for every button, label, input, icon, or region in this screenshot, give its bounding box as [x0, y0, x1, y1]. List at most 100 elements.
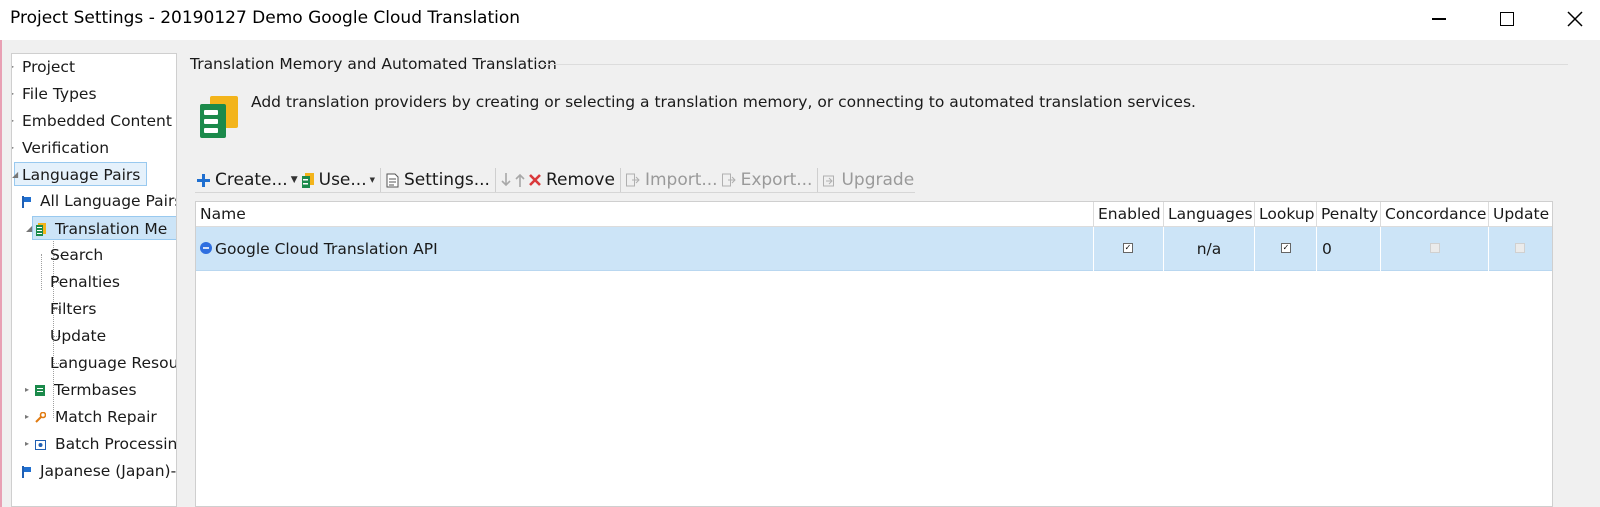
- tree-item-label: Project: [22, 58, 76, 76]
- upgrade-label: Upgrade: [841, 170, 915, 190]
- tree-item-penalties[interactable]: Penalties: [50, 270, 120, 294]
- upgrade-button[interactable]: Upgrade: [821, 166, 916, 194]
- remove-button[interactable]: Remove: [527, 166, 617, 194]
- tree-item-label: Filters: [50, 300, 97, 318]
- minimize-icon: [1432, 18, 1446, 20]
- arrow-down-icon: [501, 173, 511, 187]
- remove-label: Remove: [545, 170, 615, 190]
- column-header-enabled[interactable]: Enabled: [1094, 202, 1164, 227]
- concordance-cell: [1381, 227, 1489, 271]
- toolbar-divider: [195, 192, 915, 193]
- close-button[interactable]: [1552, 0, 1598, 38]
- plus-icon: [197, 173, 210, 187]
- tree-item-label: Japanese (Japan)-: [39, 462, 177, 480]
- settings-doc-icon: [386, 173, 399, 187]
- termbase-icon: [35, 385, 45, 396]
- settings-button[interactable]: Settings...: [384, 166, 492, 194]
- export-button[interactable]: Export...: [720, 166, 815, 194]
- table-header: Name Enabled Languages Lookup Penalty Co…: [196, 202, 1552, 227]
- toolbar: Create... ▼ Use... ▼ Settings... Remove …: [195, 166, 916, 194]
- tree-item-label: File Types: [22, 85, 97, 103]
- column-header-name[interactable]: Name: [196, 202, 1094, 227]
- import-button[interactable]: Import...: [624, 166, 720, 194]
- flag-icon: [22, 465, 31, 478]
- tree-item-verification[interactable]: ▸ Verification: [12, 136, 109, 160]
- tree-item-update[interactable]: Update: [50, 324, 106, 348]
- concordance-checkbox[interactable]: [1430, 243, 1440, 253]
- column-header-update[interactable]: Update: [1489, 202, 1552, 227]
- flag-icon: [22, 195, 31, 208]
- tree-item-embedded-content[interactable]: ▸ Embedded Content: [12, 109, 172, 133]
- languages-cell: n/a: [1164, 227, 1255, 271]
- column-header-languages[interactable]: Languages: [1164, 202, 1255, 227]
- penalty-cell[interactable]: 0: [1317, 227, 1381, 271]
- use-button[interactable]: Use... ▼: [300, 166, 377, 194]
- tree-item-japanese[interactable]: Japanese (Japan)-: [22, 459, 176, 483]
- toolbar-separator: [619, 168, 621, 192]
- import-icon: [625, 173, 640, 187]
- enabled-cell: ✓: [1094, 227, 1164, 271]
- update-cell: [1489, 227, 1552, 271]
- move-down-button[interactable]: [499, 166, 513, 194]
- title-bar: Project Settings - 20190127 Demo Google …: [0, 0, 1600, 40]
- section-title: Translation Memory and Automated Transla…: [190, 55, 557, 73]
- tree-item-translation-memory[interactable]: ◢ Translation Me: [26, 216, 176, 240]
- maximize-button[interactable]: [1484, 0, 1530, 38]
- tree-item-search[interactable]: Search: [50, 243, 103, 267]
- close-icon: [1567, 11, 1583, 27]
- chevron-down-icon[interactable]: ▼: [291, 175, 298, 185]
- penalty-value: 0: [1322, 240, 1332, 258]
- section-divider: [538, 64, 1568, 65]
- toolbar-separator: [817, 168, 819, 192]
- window-title: Project Settings - 20190127 Demo Google …: [10, 8, 521, 28]
- chevron-down-icon[interactable]: ▼: [370, 176, 375, 184]
- toolbar-separator: [380, 168, 381, 192]
- google-translate-icon: [200, 242, 212, 254]
- tree-item-label: Language Pairs: [22, 166, 141, 184]
- tree-item-label: Batch Processin: [54, 435, 177, 453]
- toolbar-separator: [494, 168, 496, 192]
- wrench-icon: [35, 412, 46, 423]
- remove-icon: [529, 174, 541, 186]
- column-header-penalty[interactable]: Penalty: [1317, 202, 1381, 227]
- lookup-checkbox[interactable]: ✓: [1281, 243, 1291, 253]
- maximize-icon: [1500, 12, 1514, 26]
- tree-item-label: All Language Pairs: [39, 192, 177, 210]
- tree-item-label: Penalties: [50, 273, 120, 291]
- tree-item-all-language-pairs[interactable]: All Language Pairs: [22, 189, 177, 213]
- arrow-up-icon: [515, 173, 525, 187]
- languages-value: n/a: [1196, 240, 1222, 258]
- create-button[interactable]: Create... ▼: [195, 166, 300, 194]
- translation-providers-table: Name Enabled Languages Lookup Penalty Co…: [195, 201, 1553, 507]
- import-label: Import...: [644, 170, 718, 190]
- update-checkbox[interactable]: [1515, 243, 1525, 253]
- name-cell[interactable]: Google Cloud Translation API: [196, 227, 1094, 271]
- table-row[interactable]: Google Cloud Translation API ✓ n/a ✓ 0: [196, 227, 1552, 271]
- tree-item-project[interactable]: ▸ Project: [12, 55, 75, 79]
- tree-item-match-repair[interactable]: ▸ Match Repair: [25, 405, 157, 429]
- tree-item-label: Update: [50, 327, 107, 345]
- tree-item-termbases[interactable]: ▸ Termbases: [25, 378, 137, 402]
- use-label: Use...: [318, 170, 367, 190]
- settings-tree[interactable]: ▸ Project ▸ File Types ▸ Embedded Conten…: [11, 53, 177, 507]
- minimize-button[interactable]: [1416, 0, 1462, 38]
- tree-item-label: Termbases: [53, 381, 137, 399]
- section-description: Add translation providers by creating or…: [251, 93, 1196, 111]
- export-icon: [721, 173, 736, 187]
- enabled-checkbox[interactable]: ✓: [1123, 243, 1133, 253]
- provider-name: Google Cloud Translation API: [215, 240, 438, 258]
- create-label: Create...: [215, 170, 288, 190]
- column-header-lookup[interactable]: Lookup: [1255, 202, 1317, 227]
- upgrade-icon: [823, 175, 835, 186]
- tree-item-batch-processing[interactable]: ▸ Batch Processin: [25, 432, 177, 456]
- tree-item-filters[interactable]: Filters: [50, 297, 96, 321]
- tree-item-label: Search: [50, 246, 104, 264]
- tree-item-language-pairs[interactable]: ◢ Language Pairs: [12, 162, 148, 186]
- tree-item-label: Translation Me: [54, 220, 168, 238]
- column-header-concordance[interactable]: Concordance: [1381, 202, 1489, 227]
- tree-item-label: Verification: [22, 139, 110, 157]
- move-up-button[interactable]: [513, 166, 527, 194]
- tree-item-language-resources[interactable]: Language Resou: [50, 351, 176, 375]
- tree-item-label: Match Repair: [54, 408, 157, 426]
- tree-item-file-types[interactable]: ▸ File Types: [12, 82, 97, 106]
